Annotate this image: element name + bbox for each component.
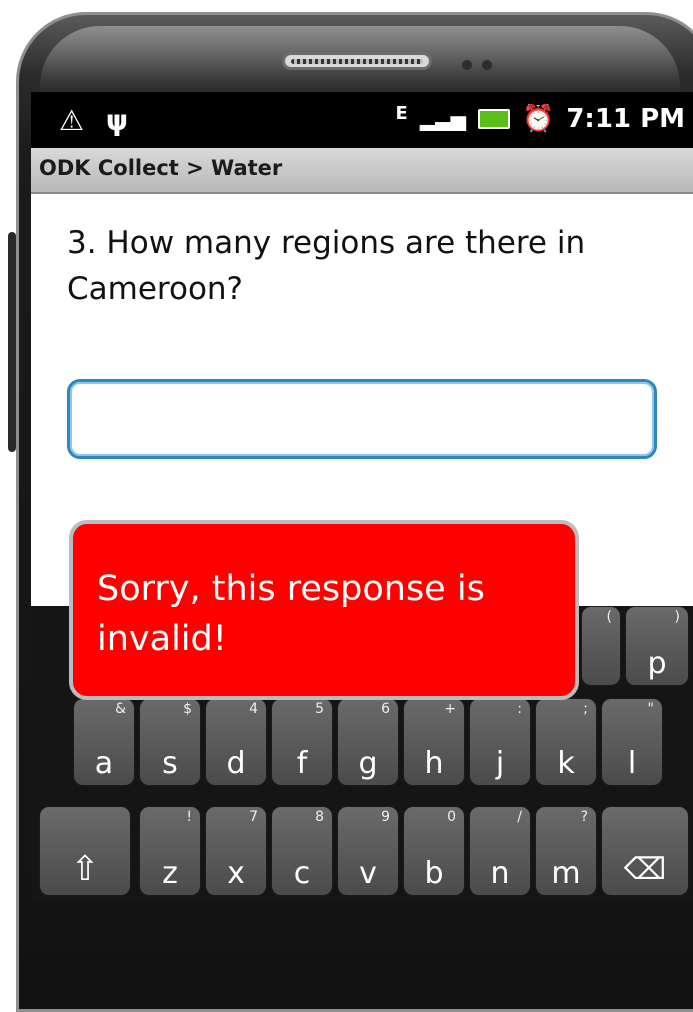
key-paren-open[interactable]: ( xyxy=(581,606,621,686)
earpiece-speaker xyxy=(282,52,432,70)
validation-error-toast: Sorry, this response is invalid! xyxy=(69,520,579,700)
status-right-icons: E ▂▃▅ ⏰ 7:11 PM xyxy=(395,102,685,135)
app-title: ODK Collect > Water xyxy=(39,156,283,180)
key-n[interactable]: / n xyxy=(469,806,531,896)
key-f[interactable]: 5 f xyxy=(271,698,333,786)
warning-icon: ⚠ xyxy=(59,104,85,137)
answer-input[interactable] xyxy=(67,379,657,459)
key-v[interactable]: 9 v xyxy=(337,806,399,896)
key-a[interactable]: & a xyxy=(73,698,135,786)
question-text: 3. How many regions are there in Cameroo… xyxy=(67,225,586,307)
key-d[interactable]: 4 d xyxy=(205,698,267,786)
key-p[interactable]: ) p xyxy=(625,606,689,686)
battery-icon xyxy=(477,109,510,129)
shift-key[interactable]: ⇧ xyxy=(39,806,131,896)
key-s[interactable]: $ s xyxy=(139,698,201,786)
status-bar: ⚠ ψ E ▂▃▅ ⏰ 7:11 PM xyxy=(31,92,693,148)
backspace-icon: ⌫ xyxy=(623,852,667,887)
network-type-icon: E xyxy=(395,102,408,124)
toast-message: Sorry, this response is invalid! xyxy=(97,569,485,659)
key-m[interactable]: ? m xyxy=(535,806,597,896)
status-left-icons: ⚠ ψ xyxy=(59,104,128,137)
app-title-bar: ODK Collect > Water xyxy=(31,148,693,194)
alarm-icon: ⏰ xyxy=(521,104,555,134)
key-l[interactable]: " l xyxy=(601,698,663,786)
key-z[interactable]: ! z xyxy=(139,806,201,896)
usb-icon: ψ xyxy=(105,104,129,137)
phone-frame: ⚠ ψ E ▂▃▅ ⏰ 7:11 PM ODK Collect > Water … xyxy=(0,0,693,1012)
key-g[interactable]: 6 g xyxy=(337,698,399,786)
key-k[interactable]: ; k xyxy=(535,698,597,786)
backspace-key[interactable]: ⌫ xyxy=(601,806,689,896)
status-time: 7:11 PM xyxy=(566,104,685,134)
screen: ⚠ ψ E ▂▃▅ ⏰ 7:11 PM ODK Collect > Water … xyxy=(31,92,693,901)
front-sensor xyxy=(462,60,472,70)
key-x[interactable]: 7 x xyxy=(205,806,267,896)
key-h[interactable]: + h xyxy=(403,698,465,786)
shift-icon: ⇧ xyxy=(70,849,100,889)
key-b[interactable]: 0 b xyxy=(403,806,465,896)
side-volume-button xyxy=(8,232,16,452)
front-sensor xyxy=(482,60,492,70)
key-c[interactable]: 8 c xyxy=(271,806,333,896)
key-j[interactable]: : j xyxy=(469,698,531,786)
signal-icon: ▂▃▅ xyxy=(419,107,466,131)
